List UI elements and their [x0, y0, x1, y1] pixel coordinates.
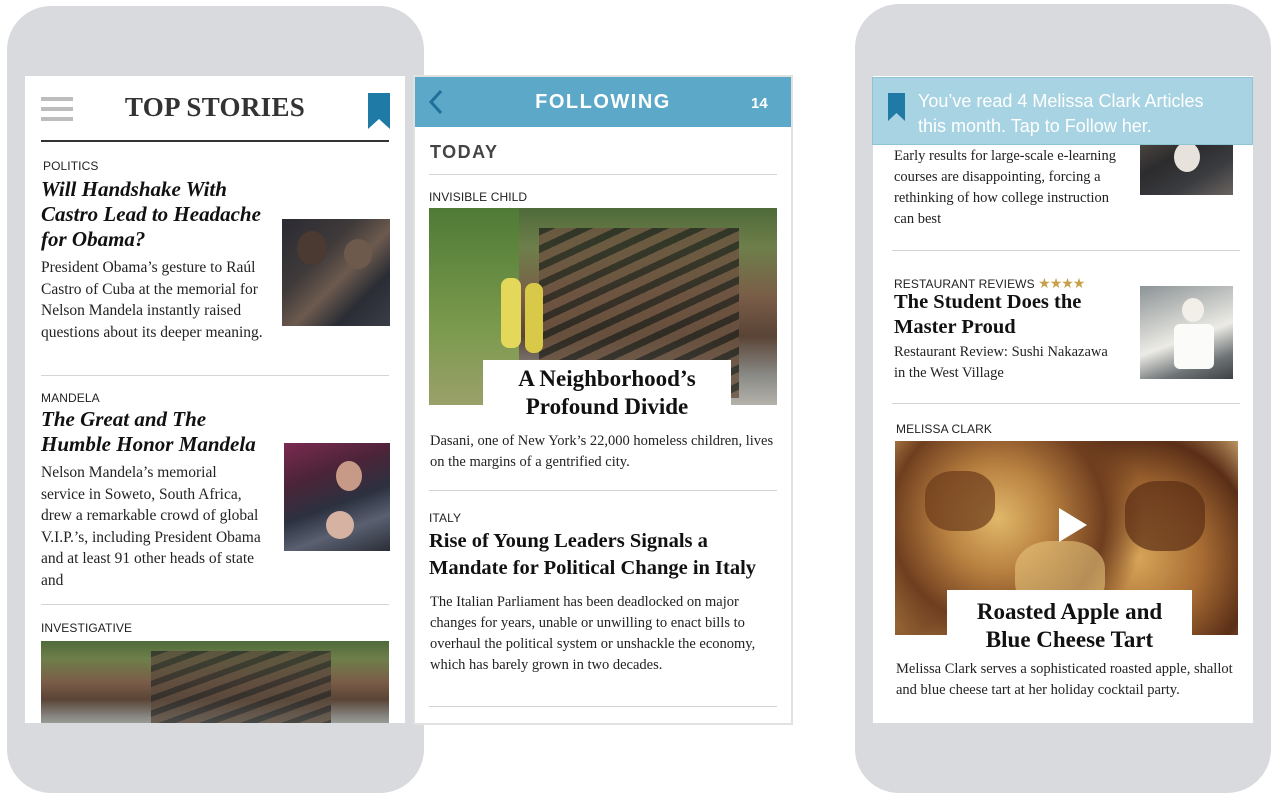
story-thumbnail[interactable] — [282, 219, 390, 326]
middle-phone-screen: FOLLOWING 14 TODAY INVISIBLE CHILD A Nei… — [413, 75, 793, 725]
story-summary: President Obama’s gesture to Raúl Castro… — [41, 259, 263, 341]
story-section-label: MELISSA CLARK — [896, 422, 993, 436]
story-summary: Early results for large-scale e-learning… — [894, 148, 1116, 227]
date-heading: TODAY — [430, 142, 499, 162]
story-summary: Nelson Mandela’s memorial service in Sow… — [41, 464, 261, 589]
story-headline[interactable]: The Great and The Humble Honor Mandela — [41, 407, 281, 457]
hero-headline-line2: Profound Divide — [525, 394, 689, 419]
left-phone-screen: TOP STORIES POLITICS Will Handshake With… — [25, 76, 405, 723]
notification-text-line1: You’ve read 4 Melissa Clark Articles — [918, 91, 1204, 111]
story-section-label: INVESTIGATIVE — [41, 621, 133, 635]
following-count-badge: 14 — [751, 95, 768, 112]
notification-text-line2: this month. Tap to Follow her. — [918, 116, 1152, 136]
story-headline[interactable]: The Student Does the Master Proud — [894, 290, 1104, 340]
chevron-left-icon[interactable] — [427, 89, 445, 115]
story-divider — [429, 706, 777, 707]
story-divider — [429, 490, 777, 491]
story-headline[interactable]: Rise of Young Leaders Signals a Mandate … — [429, 528, 779, 582]
bookmark-icon — [888, 93, 905, 121]
story-divider — [41, 604, 389, 605]
story-divider — [41, 375, 389, 376]
hamburger-menu-icon[interactable] — [41, 97, 73, 121]
play-icon[interactable] — [1057, 506, 1089, 544]
section-label-text: RESTAURANT REVIEWS — [894, 277, 1035, 291]
story-summary: The Italian Parliament has been deadlock… — [430, 594, 756, 673]
follow-notification-banner[interactable]: You’ve read 4 Melissa Clark Articles thi… — [872, 77, 1253, 145]
star-rating: ★★★★ — [1038, 275, 1085, 291]
story-section-label: POLITICS — [43, 159, 99, 173]
story-summary: Dasani, one of New York’s 22,000 homeles… — [430, 433, 774, 470]
hero-headline-line2: Blue Cheese Tart — [985, 627, 1154, 652]
right-phone-screen: Early results for large-scale e-learning… — [873, 76, 1253, 723]
story-hero-image[interactable] — [41, 641, 389, 723]
page-title: FOLLOWING — [535, 91, 671, 113]
story-section-label: MANDELA — [41, 391, 100, 405]
story-summary: Melissa Clark serves a sophisticated roa… — [896, 661, 1233, 698]
story-headline[interactable]: Will Handshake With Castro Lead to Heada… — [41, 177, 263, 252]
story-thumbnail[interactable] — [284, 443, 390, 551]
story-summary: Restaurant Review: Sushi Nakazawa in the… — [894, 344, 1108, 381]
story-divider — [892, 403, 1240, 404]
hero-headline-line1: A Neighborhood’s — [518, 366, 696, 391]
hero-headline-box[interactable]: A Neighborhood’s Profound Divide — [483, 360, 731, 424]
hero-headline-line1: Roasted Apple and — [976, 599, 1163, 624]
hero-headline-box[interactable]: Roasted Apple and Blue Cheese Tart — [947, 590, 1192, 657]
story-thumbnail[interactable] — [1140, 286, 1233, 379]
bookmark-icon[interactable] — [368, 93, 390, 129]
story-divider — [892, 250, 1240, 251]
story-section-label: INVISIBLE CHILD — [429, 190, 528, 204]
header-rule — [41, 140, 389, 142]
page-title: TOP STORIES — [124, 92, 306, 122]
story-section-label: ITALY — [429, 511, 462, 525]
date-divider — [429, 174, 777, 175]
